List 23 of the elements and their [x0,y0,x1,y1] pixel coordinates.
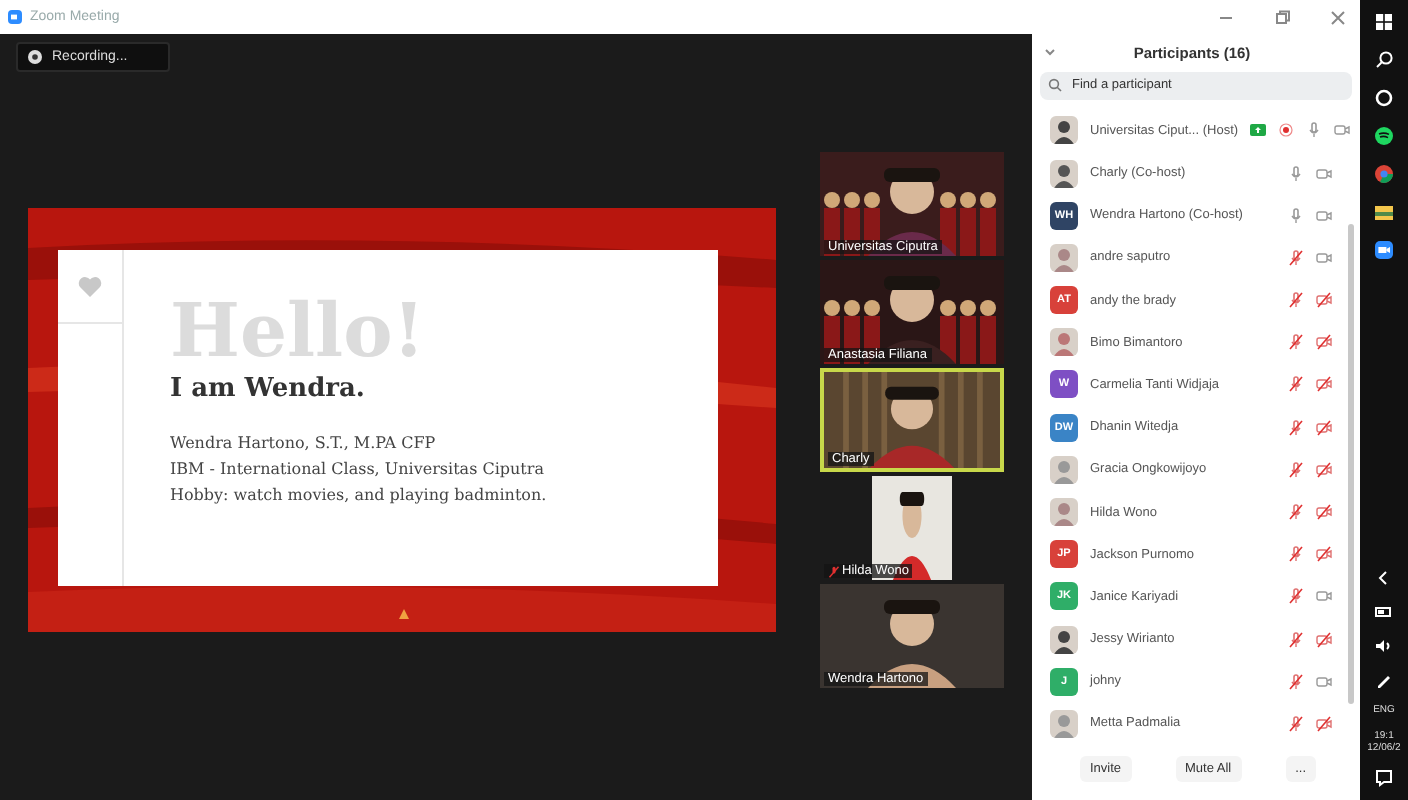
slide-text: Hobby: watch movies, and playing badminton. [170,484,547,508]
slide-text: Wendra Hartono, S.T., M.PA CFP [170,432,438,456]
search-icon[interactable] [1374,50,1394,70]
scrollbar[interactable] [1348,224,1354,704]
browser-icon[interactable] [1374,164,1394,184]
notification-icon[interactable] [1374,768,1394,788]
close-icon[interactable] [1328,7,1348,27]
battery-icon[interactable] [1374,602,1394,622]
video-app-icon[interactable] [1374,240,1394,260]
folder-icon[interactable] [1374,202,1394,222]
slide-text: IBM - International Class, Universitas Ciputra [170,458,546,482]
record-icon [28,49,42,63]
speaker-icon[interactable] [1374,636,1394,656]
music-app-icon[interactable] [1374,126,1394,146]
restore-icon[interactable] [1272,7,1292,27]
windows-icon[interactable] [1374,12,1394,32]
slide-subheading: I am Wendra. [170,374,367,404]
pointer-icon [398,608,410,620]
pen-icon[interactable] [1374,670,1394,690]
heart-icon [78,275,102,297]
circle-icon[interactable] [1374,88,1394,108]
zoom-logo-icon [8,10,22,24]
chevron-down-icon[interactable] [1044,46,1056,59]
